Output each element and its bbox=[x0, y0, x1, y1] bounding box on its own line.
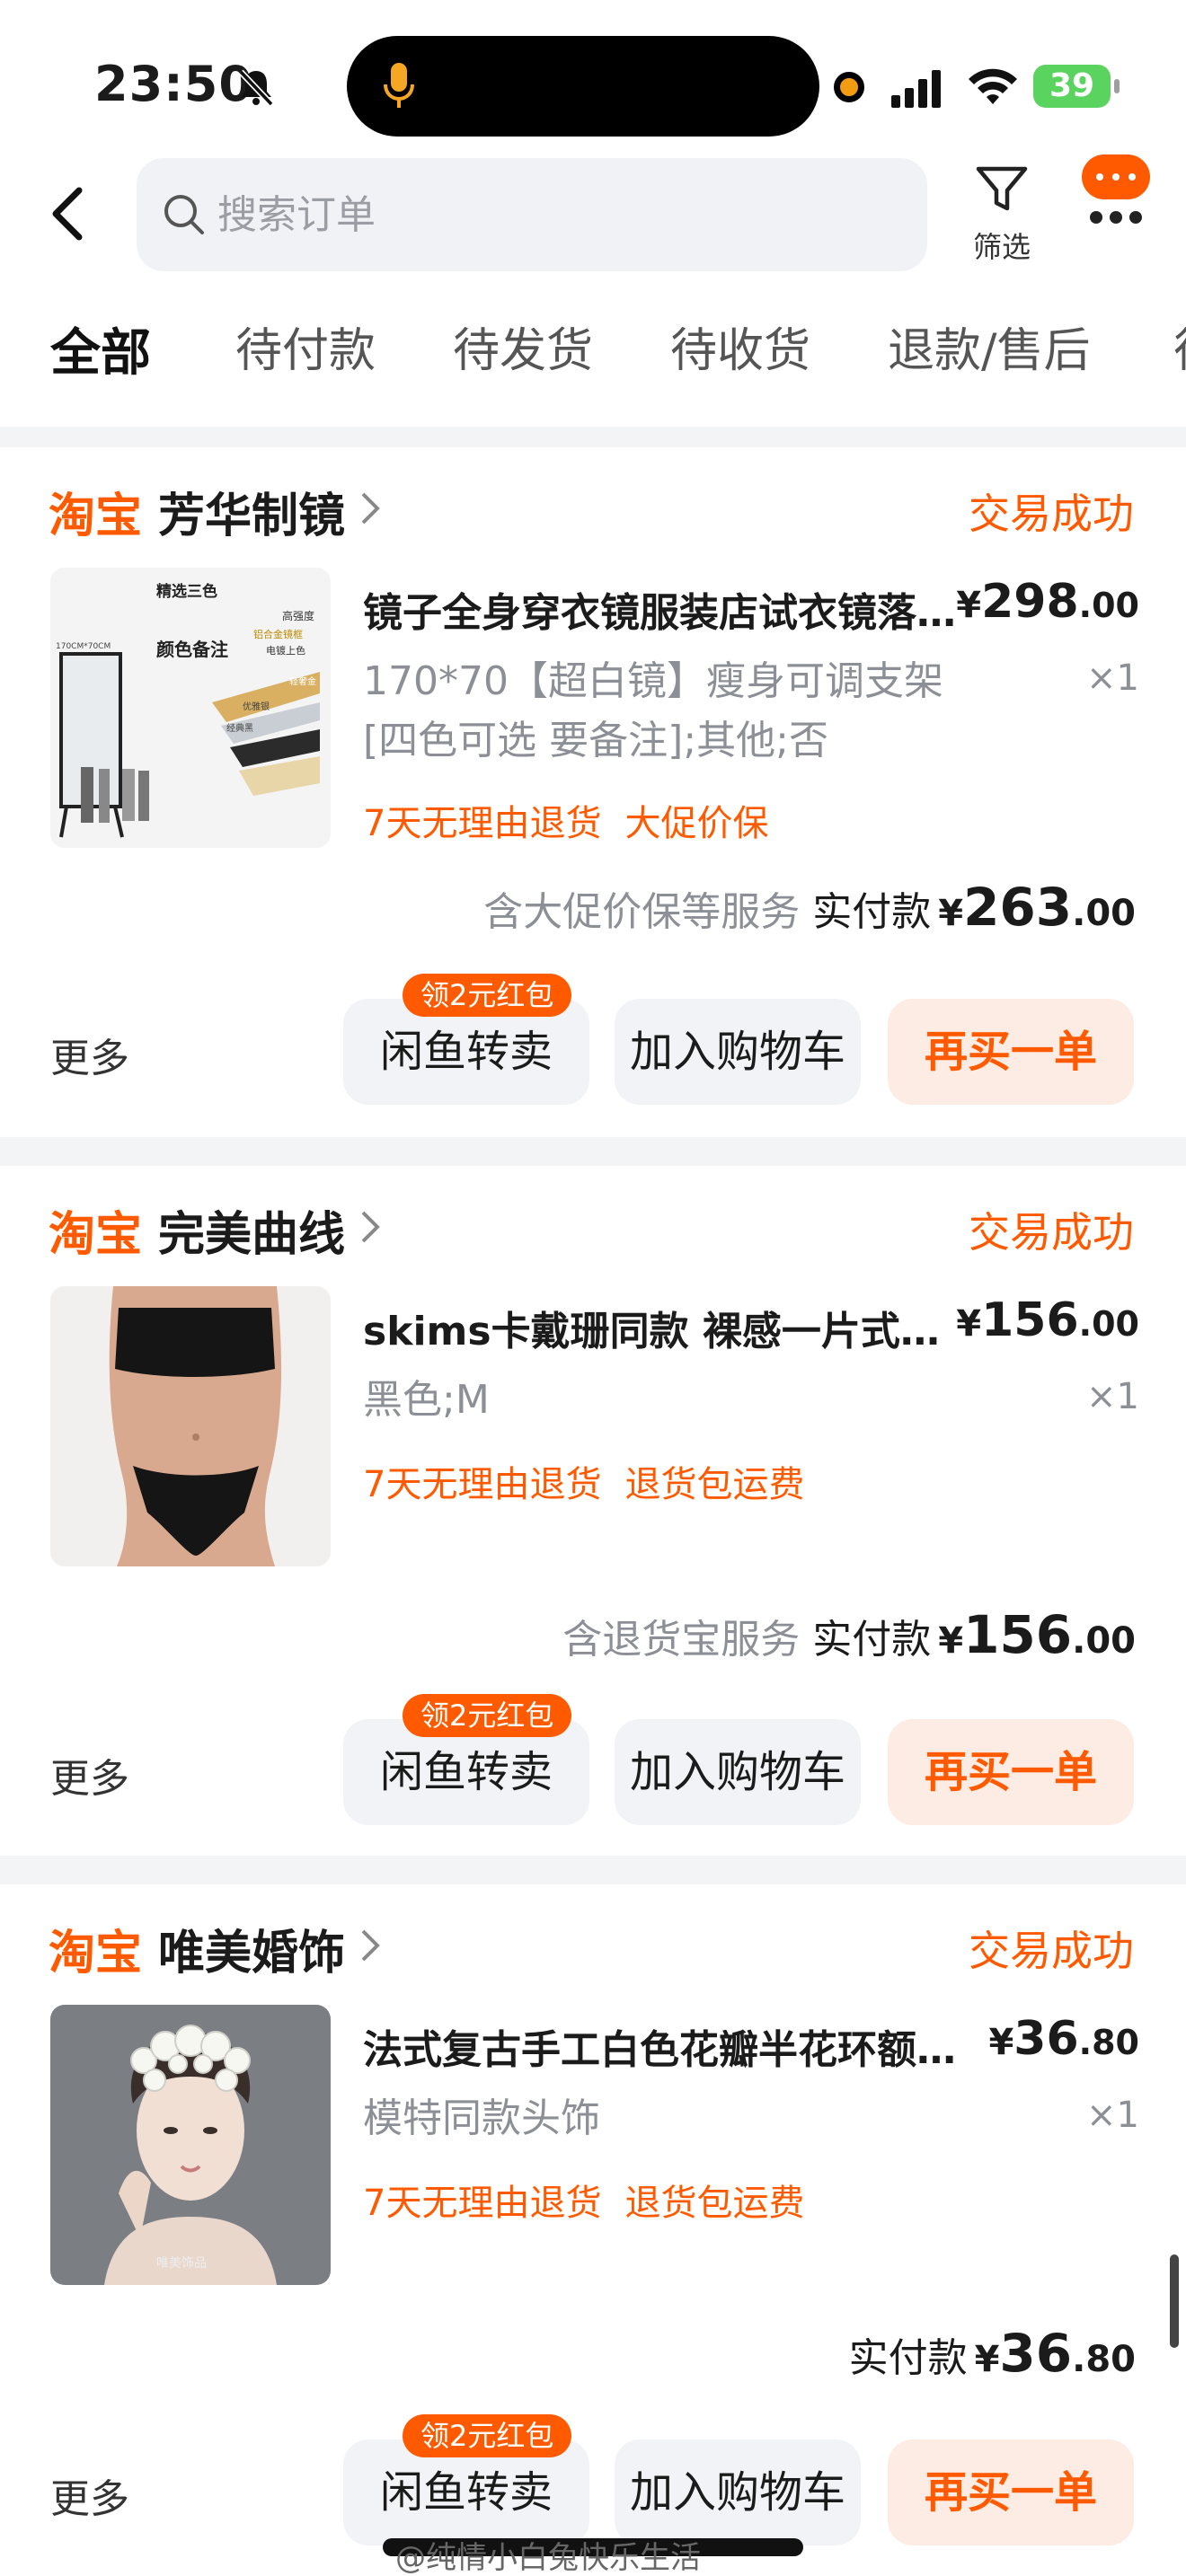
tag-7day-return: 7天无理由退货 bbox=[363, 2183, 602, 2224]
tag-price-protect: 大促价保 bbox=[624, 803, 769, 844]
status-bar: 23:50 39 bbox=[0, 0, 1186, 153]
buy-again-button[interactable]: 再买一单 bbox=[888, 1719, 1134, 1825]
filter-button[interactable]: 筛选 bbox=[961, 160, 1042, 277]
mirror-image-silver-label: 优雅银 bbox=[243, 701, 270, 712]
add-to-cart-button[interactable]: 加入购物车 bbox=[615, 999, 861, 1105]
product-price: ¥156.00 bbox=[956, 1293, 1139, 1347]
product-variant: 170*70【超白镜】瘦身可调支架 [四色可选 要备注];其他;否 bbox=[363, 658, 943, 763]
tab-refund-aftersale[interactable]: 退款/售后 bbox=[888, 313, 1091, 380]
weibo-watermark: @纯情小白兔快乐生活 bbox=[395, 2540, 701, 2576]
recording-indicator-icon bbox=[834, 72, 864, 102]
order-search-bar[interactable] bbox=[137, 158, 927, 271]
service-tags: 7天无理由退货 退货包运费 bbox=[363, 1455, 828, 1507]
filter-label: 筛选 bbox=[972, 230, 1031, 264]
back-arrow-icon[interactable] bbox=[47, 185, 90, 243]
mirror-image-size-text: 170CM*70CM bbox=[56, 642, 111, 651]
tab-all[interactable]: 全部 bbox=[50, 313, 151, 384]
mirror-image-gold-label: 轻奢金 bbox=[289, 675, 316, 687]
order-status: 交易成功 bbox=[969, 1208, 1134, 1257]
buy-again-button[interactable]: 再买一单 bbox=[888, 999, 1134, 1105]
red-packet-badge: 领2元红包 bbox=[403, 1694, 572, 1737]
bell-muted-icon bbox=[238, 69, 274, 107]
product-title[interactable]: 法式复古手工白色花瓣半花环额饰新娘头饰 bbox=[363, 2017, 956, 2075]
product-quantity: ×1 bbox=[1086, 2095, 1139, 2136]
payment-summary: 实付款 ¥36.80 bbox=[849, 2323, 1136, 2384]
order-status-tabs: 全部 待付款 待发货 待收货 退款/售后 待 bbox=[0, 313, 1186, 384]
mirror-image-frame-text: 铝合金镜框 bbox=[253, 628, 303, 640]
paid-amount: ¥36.80 bbox=[974, 2323, 1136, 2384]
payment-summary: 含大促价保等服务 实付款 ¥263.00 bbox=[483, 877, 1136, 938]
service-note: 含退货宝服务 bbox=[562, 1617, 801, 1663]
chevron-right-icon[interactable] bbox=[358, 1209, 383, 1245]
taobao-platform-label: 淘宝 bbox=[49, 1208, 143, 1262]
taobao-platform-label: 淘宝 bbox=[49, 1927, 143, 1981]
more-options-link[interactable]: 更多 bbox=[50, 1026, 129, 1083]
mirror-image-plating-text: 电镀上色 bbox=[266, 644, 305, 657]
add-to-cart-button[interactable]: 加入购物车 bbox=[615, 2439, 861, 2545]
product-image-mirror[interactable]: 精选三色 170CM*70CM 颜色备注 高强度 铝合金镜框 电镀上色 轻奢金 … bbox=[50, 568, 331, 848]
red-packet-badge: 领2元红包 bbox=[403, 974, 572, 1017]
paid-label: 实付款 bbox=[848, 2335, 968, 2381]
payment-summary: 含退货宝服务 实付款 ¥156.00 bbox=[562, 1604, 1136, 1665]
product-title[interactable]: skims卡戴珊同款 裸感一片式抹胸内衣套装 bbox=[363, 1299, 956, 1356]
message-more-icon[interactable] bbox=[1078, 153, 1154, 234]
service-tags: 7天无理由退货 退货包运费 bbox=[363, 2174, 828, 2226]
product-variant: 黑色;M bbox=[363, 1377, 490, 1423]
product-image-headpiece[interactable]: 唯美饰品 bbox=[50, 2005, 331, 2285]
product-price: ¥36.80 bbox=[988, 2012, 1139, 2066]
status-time: 23:50 bbox=[94, 56, 253, 112]
paid-label: 实付款 bbox=[812, 1617, 932, 1663]
service-tags: 7天无理由退货 大促价保 bbox=[363, 794, 792, 846]
chevron-right-icon[interactable] bbox=[358, 490, 383, 526]
shop-name[interactable]: 唯美婚饰 bbox=[158, 1915, 345, 1982]
mirror-image-heading: 精选三色 bbox=[156, 582, 217, 601]
taobao-platform-label: 淘宝 bbox=[49, 490, 143, 543]
tab-pending-shipment[interactable]: 待发货 bbox=[453, 313, 593, 380]
wifi-icon bbox=[969, 68, 1017, 104]
tag-free-return-shipping: 退货包运费 bbox=[624, 2183, 805, 2224]
search-input[interactable] bbox=[217, 180, 900, 250]
filter-funnel-icon bbox=[976, 166, 1028, 211]
more-options-link[interactable]: 更多 bbox=[50, 2466, 129, 2524]
product-variant: 模特同款头饰 bbox=[363, 2095, 600, 2141]
battery-indicator: 39 bbox=[1033, 65, 1120, 108]
add-to-cart-button[interactable]: 加入购物车 bbox=[615, 1719, 861, 1825]
microphone-icon bbox=[384, 63, 414, 108]
top-header: 23:50 39 搜索订单 筛选 全部 待付款 待发货 待收货 退款/售后 bbox=[0, 0, 1186, 427]
scrollbar[interactable] bbox=[1170, 2254, 1179, 2348]
search-icon bbox=[164, 195, 204, 234]
shop-name[interactable]: 完美曲线 bbox=[158, 1196, 345, 1264]
order-card: 淘宝 芳华制镜 交易成功 精选三色 170CM*70CM 颜色备注 高强度 铝合… bbox=[0, 447, 1186, 1137]
tab-pending-payment[interactable]: 待付款 bbox=[235, 313, 376, 380]
product-quantity: ×1 bbox=[1086, 657, 1139, 699]
paid-amount: ¥263.00 bbox=[938, 877, 1136, 938]
more-options-link[interactable]: 更多 bbox=[50, 1746, 129, 1804]
product-title[interactable]: 镜子全身穿衣镜服装店试衣镜落地镜家用 bbox=[363, 580, 956, 638]
mirror-image-strength-text: 高强度 bbox=[282, 609, 314, 622]
cellular-signal-icon bbox=[891, 70, 941, 108]
red-packet-badge: 领2元红包 bbox=[403, 2414, 572, 2457]
paid-label: 实付款 bbox=[812, 889, 932, 935]
buy-again-button[interactable]: 再买一单 bbox=[888, 2439, 1134, 2545]
mirror-image-color-note: 颜色备注 bbox=[156, 639, 228, 660]
order-status: 交易成功 bbox=[969, 1927, 1134, 1975]
order-card: 淘宝 完美曲线 交易成功 skims卡戴珊同款 裸感一片式抹胸内衣套装 ¥156… bbox=[0, 1166, 1186, 1856]
paid-amount: ¥156.00 bbox=[938, 1604, 1136, 1665]
shop-name[interactable]: 芳华制镜 bbox=[158, 478, 345, 545]
product-image-swimwear[interactable] bbox=[50, 1286, 331, 1566]
dynamic-island bbox=[347, 36, 819, 137]
tab-more-clipped[interactable]: 待 bbox=[1173, 313, 1186, 380]
product-price: ¥298.00 bbox=[956, 575, 1139, 629]
chevron-right-icon[interactable] bbox=[358, 1928, 383, 1963]
product-quantity: ×1 bbox=[1086, 1376, 1139, 1417]
tag-7day-return: 7天无理由退货 bbox=[363, 1464, 602, 1505]
tag-7day-return: 7天无理由退货 bbox=[363, 803, 602, 844]
tag-free-return-shipping: 退货包运费 bbox=[624, 1464, 805, 1505]
tab-pending-receipt[interactable]: 待收货 bbox=[670, 313, 810, 380]
service-note: 含大促价保等服务 bbox=[483, 889, 801, 935]
order-card: 淘宝 唯美婚饰 交易成功 唯美饰品 法式复古手工白色花瓣半花环额饰新娘头饰 ¥3… bbox=[0, 1884, 1186, 2576]
headpiece-image-watermark: 唯美饰品 bbox=[156, 2256, 207, 2271]
mirror-image-black-label: 经典黑 bbox=[226, 722, 253, 734]
order-status: 交易成功 bbox=[969, 490, 1134, 538]
